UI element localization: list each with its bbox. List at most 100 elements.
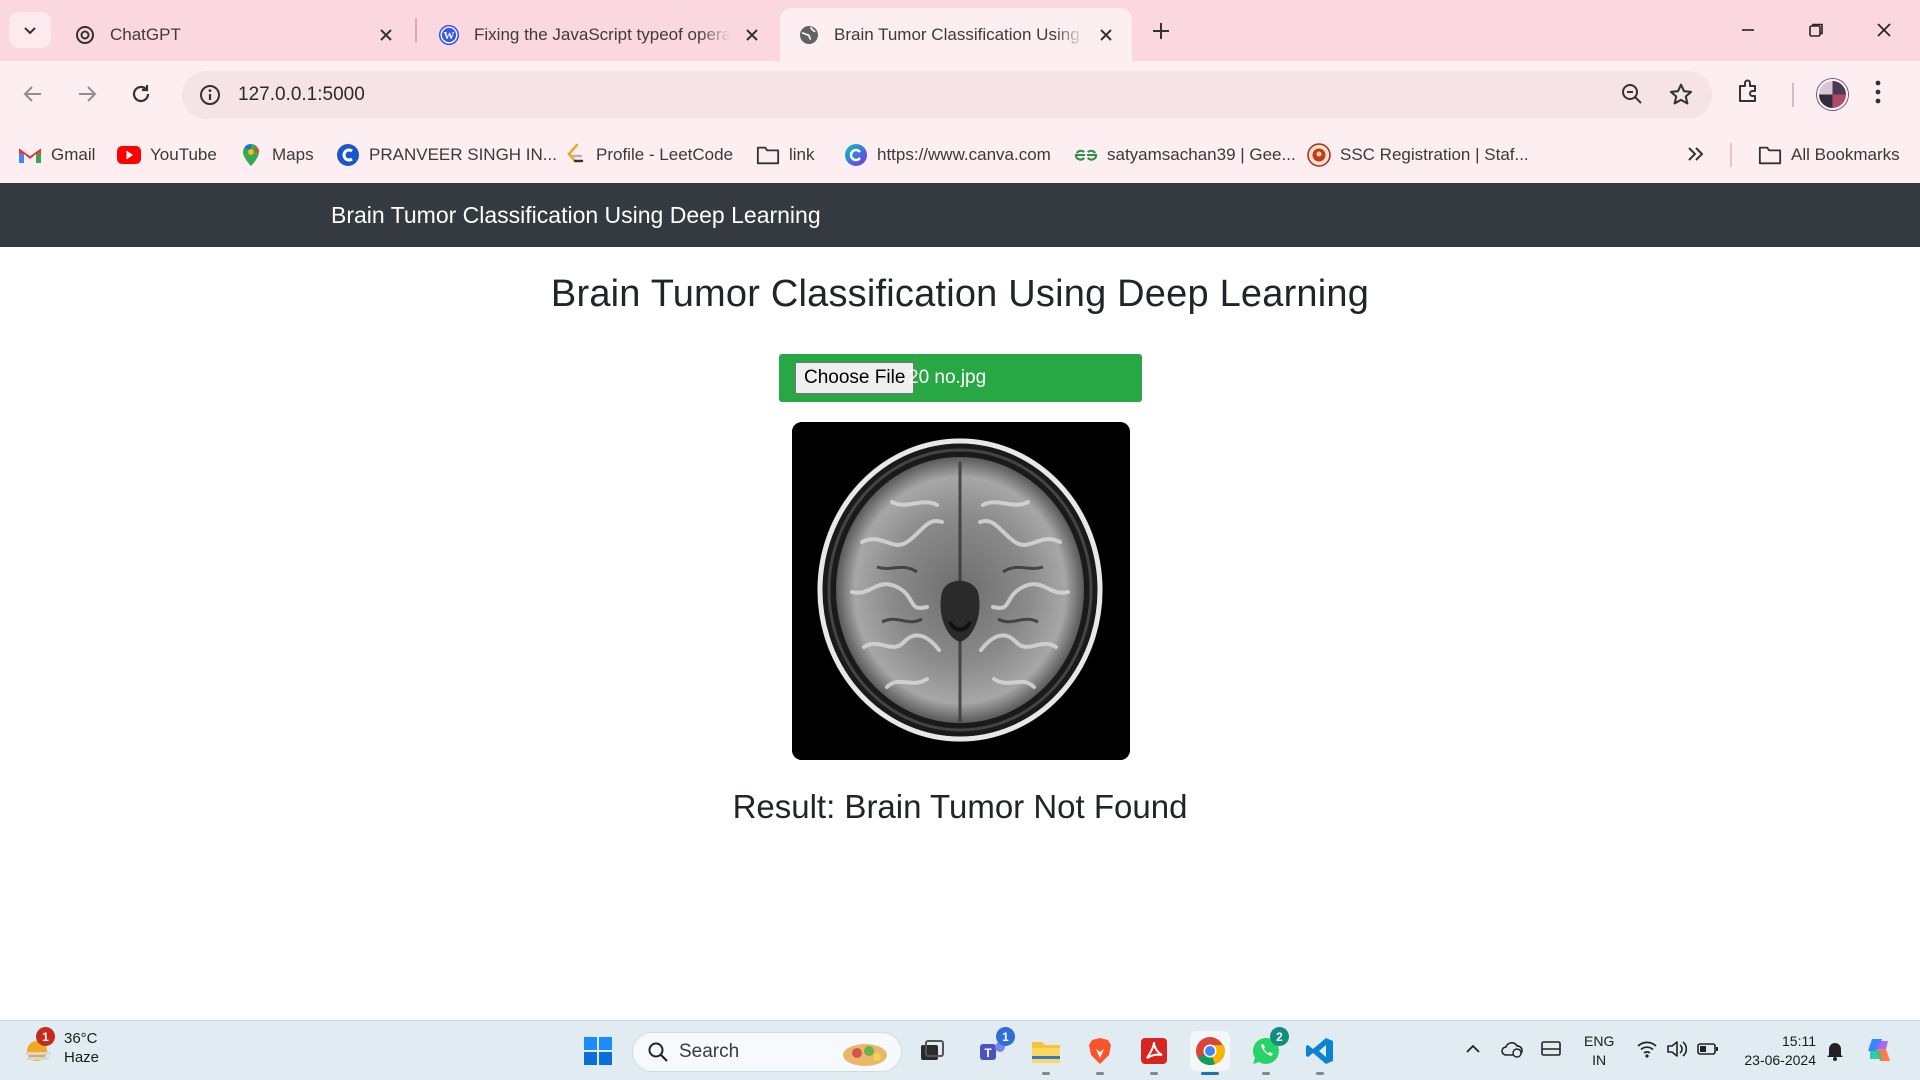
result-text: Result: Brain Tumor Not Found — [732, 788, 1188, 825]
bookmark-maps[interactable]: Maps — [239, 140, 314, 170]
bookmark-folder-link[interactable]: link — [756, 140, 815, 170]
bookmark-youtube[interactable]: YouTube — [117, 140, 217, 170]
brave-icon — [1089, 1038, 1111, 1064]
weather-temperature: 36°C — [64, 1030, 98, 1047]
tab-javascript-typeof[interactable]: W Fixing the JavaScript typeof operat — [420, 8, 778, 61]
kebab-menu-icon[interactable] — [1874, 78, 1882, 111]
site-info-icon[interactable] — [194, 79, 226, 111]
tab-chatgpt[interactable]: ChatGPT — [56, 8, 412, 61]
weather-badge: 1 — [36, 1027, 55, 1046]
selected-file-name: 20 no.jpg — [908, 367, 987, 388]
reload-button[interactable] — [122, 75, 160, 113]
tab-brain-tumor[interactable]: Brain Tumor Classification Using D — [780, 8, 1132, 61]
file-explorer-app[interactable] — [1026, 1031, 1066, 1075]
battery-icon[interactable] — [1696, 1039, 1720, 1064]
search-icon — [648, 1042, 668, 1062]
running-indicator — [1316, 1072, 1324, 1075]
geeksforgeeks-icon — [1074, 143, 1098, 167]
close-tab-icon[interactable] — [1094, 23, 1118, 47]
whatsapp-app[interactable]: 2 — [1246, 1027, 1289, 1075]
back-button[interactable] — [14, 75, 52, 113]
running-indicator — [1096, 1072, 1104, 1075]
notification-bell-icon[interactable] — [1825, 1039, 1845, 1066]
gmail-icon — [18, 143, 42, 167]
language-code: ENG — [1584, 1033, 1615, 1049]
taskbar-search-box[interactable]: Search — [632, 1032, 902, 1072]
running-indicator — [1042, 1072, 1050, 1075]
url-text[interactable]: 127.0.0.1:5000 — [238, 84, 365, 106]
bookmark-label: Gmail — [51, 145, 96, 164]
browser-toolbar: 127.0.0.1:5000 — [0, 61, 1920, 127]
chrome-app[interactable] — [1190, 1031, 1230, 1075]
bookmark-leetcode[interactable]: Profile - LeetCode — [563, 140, 733, 170]
running-indicator — [1201, 1072, 1219, 1075]
wifi-icon[interactable] — [1636, 1039, 1658, 1064]
chevron-up-icon[interactable] — [1463, 1039, 1483, 1064]
task-view-button[interactable] — [912, 1031, 952, 1071]
zoom-icon[interactable] — [1620, 82, 1644, 111]
running-indicator — [1150, 1072, 1158, 1075]
tab-title: Fixing the JavaScript typeof operat — [474, 24, 730, 44]
close-tab-icon[interactable] — [374, 23, 398, 47]
all-bookmarks-button[interactable]: All Bookmarks — [1758, 140, 1900, 170]
bookmark-geeksforgeeks[interactable]: satyamsachan39 | Gee... — [1074, 140, 1296, 170]
chevron-double-right-icon[interactable] — [1684, 142, 1708, 171]
bookmark-star-icon[interactable] — [1668, 82, 1694, 113]
windows-taskbar: 1 36°C Haze Search T 1 2 ENG IN 15:11 23… — [0, 1020, 1920, 1080]
bookmark-label: satyamsachan39 | Gee... — [1107, 145, 1296, 164]
leetcode-icon — [563, 143, 587, 167]
brave-app[interactable] — [1080, 1031, 1120, 1075]
weather-sun-icon: 1 — [22, 1027, 56, 1065]
start-button[interactable] — [578, 1031, 618, 1071]
bookmark-psit[interactable]: PRANVEER SINGH IN... — [336, 140, 557, 170]
close-tab-icon[interactable] — [740, 23, 764, 47]
plus-icon — [1153, 23, 1169, 39]
navbar-brand[interactable]: Brain Tumor Classification Using Deep Le… — [331, 202, 821, 229]
tab-title: ChatGPT — [110, 24, 181, 44]
search-label: Search — [679, 1041, 740, 1062]
search-highlight-icon — [843, 1044, 887, 1066]
clock-date: 23-06-2024 — [1744, 1052, 1816, 1068]
acrobat-icon — [1141, 1038, 1167, 1064]
page-title: Brain Tumor Classification Using Deep Le… — [550, 273, 1370, 315]
bookmark-label: Maps — [272, 145, 314, 164]
system-clock[interactable]: 15:11 23-06-2024 — [1736, 1032, 1816, 1070]
bookmark-gmail[interactable]: Gmail — [18, 140, 95, 170]
tab-separator — [415, 18, 417, 42]
acrobat-app[interactable] — [1134, 1031, 1174, 1075]
extensions-icon[interactable] — [1735, 77, 1763, 110]
svg-text:W: W — [444, 30, 455, 42]
close-icon — [1877, 23, 1891, 37]
forward-button[interactable] — [68, 75, 106, 113]
choose-file-button[interactable]: Choose File — [795, 362, 915, 394]
svg-text:T: T — [984, 1046, 992, 1060]
teams-app[interactable]: T 1 — [972, 1027, 1015, 1071]
vscode-app[interactable] — [1300, 1031, 1340, 1075]
globe-icon — [798, 24, 820, 46]
youtube-icon — [117, 143, 141, 167]
maps-icon — [239, 143, 263, 167]
copilot-icon[interactable] — [1864, 1035, 1894, 1070]
close-window-button[interactable] — [1862, 12, 1906, 48]
restore-button[interactable] — [1794, 12, 1838, 48]
profile-avatar[interactable] — [1817, 79, 1848, 110]
bookmark-canva[interactable]: https://www.canva.com — [844, 140, 1051, 170]
windows-logo-icon — [584, 1037, 612, 1065]
mri-preview-image — [792, 422, 1130, 760]
toolbar-divider — [1792, 83, 1794, 107]
bookmark-ssc[interactable]: SSC Registration | Staf... — [1307, 140, 1529, 170]
minimize-button[interactable] — [1726, 12, 1770, 48]
bookmarks-divider — [1730, 143, 1732, 167]
weather-widget[interactable]: 1 36°C Haze — [22, 1027, 99, 1067]
running-indicator — [1262, 1072, 1270, 1075]
display-icon[interactable] — [1540, 1039, 1562, 1064]
onedrive-icon[interactable] — [1500, 1039, 1524, 1064]
reload-icon — [132, 85, 150, 103]
file-upload-field[interactable]: Choose File 20 no.jpg — [779, 354, 1142, 402]
volume-icon[interactable] — [1665, 1039, 1688, 1064]
tab-search-button[interactable] — [9, 12, 51, 48]
address-bar[interactable]: 127.0.0.1:5000 — [182, 71, 1712, 119]
new-tab-button[interactable] — [1146, 16, 1176, 46]
language-indicator[interactable]: ENG IN — [1584, 1032, 1614, 1070]
tab-strip: ChatGPT W Fixing the JavaScript typeof o… — [0, 0, 1920, 61]
